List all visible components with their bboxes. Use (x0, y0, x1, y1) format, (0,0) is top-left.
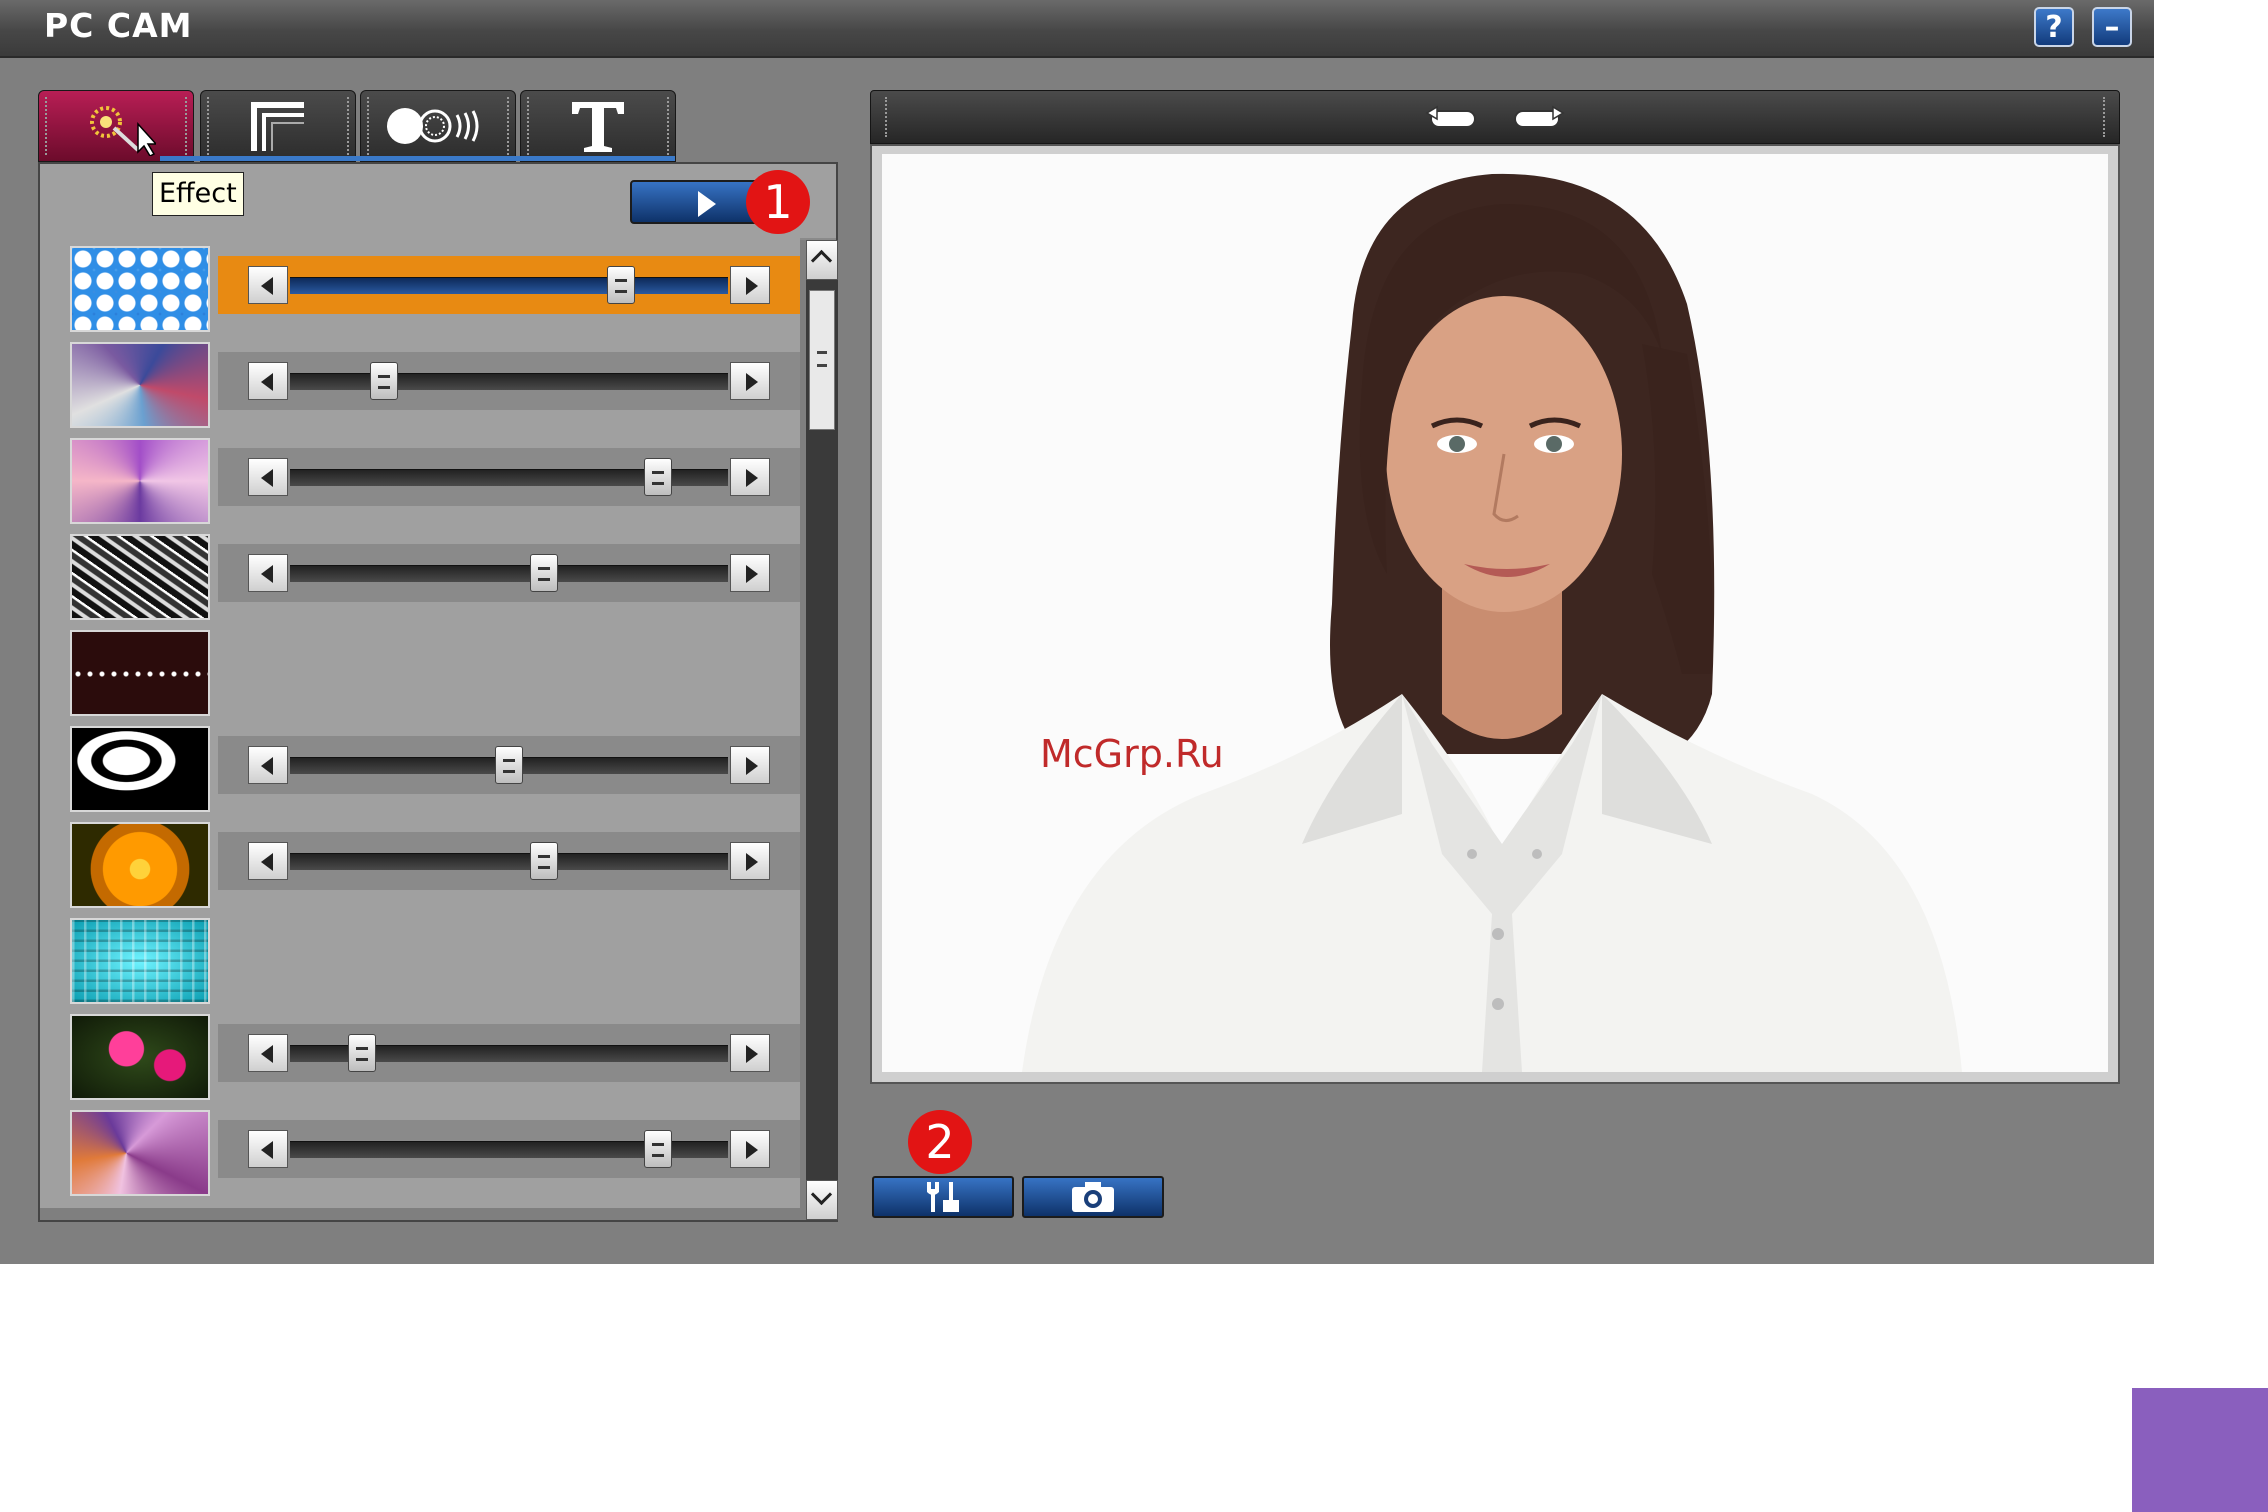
effect-thumbnail-bw-threshold-flower[interactable] (70, 726, 210, 812)
effect-thumbnail-pink-flowers[interactable] (70, 1014, 210, 1100)
effect-slider (218, 1120, 800, 1178)
slider-track[interactable] (290, 1130, 728, 1168)
pc-cam-window: PC CAM ? – Effect 1 2 (0, 0, 2154, 1264)
effect-slider (218, 352, 800, 410)
effect-row[interactable] (70, 624, 800, 720)
tab-bar (38, 90, 678, 162)
effect-row[interactable] (70, 912, 800, 1008)
slider-knob[interactable] (530, 554, 559, 592)
effect-row[interactable] (70, 816, 800, 912)
slider-decrease-button[interactable] (248, 1130, 288, 1168)
slider-decrease-button[interactable] (248, 1034, 288, 1072)
slider-track[interactable] (290, 842, 728, 880)
slider-increase-button[interactable] (730, 842, 770, 880)
slider-knob[interactable] (643, 1130, 672, 1168)
camera-icon (1072, 1182, 1114, 1212)
slider-track[interactable] (290, 1034, 728, 1072)
slider-increase-button[interactable] (730, 554, 770, 592)
effect-row[interactable] (70, 432, 800, 528)
effect-row[interactable] (70, 1104, 800, 1200)
title-bar: PC CAM ? – (0, 0, 2154, 58)
effects-scrollbar[interactable] (806, 240, 838, 1220)
tab-frame[interactable] (200, 90, 356, 162)
slider-track[interactable] (290, 266, 728, 304)
slider-decrease-button[interactable] (248, 362, 288, 400)
motion-dots-icon (387, 108, 479, 144)
slider-knob[interactable] (643, 458, 672, 496)
window-title: PC CAM (44, 6, 193, 45)
effect-slider (218, 736, 800, 794)
scroll-up-button[interactable] (806, 240, 838, 280)
tooltip: Effect (152, 172, 244, 216)
slider-knob[interactable] (495, 746, 523, 784)
effect-row[interactable] (70, 240, 800, 336)
tab-underline (160, 156, 675, 161)
callout-badge-2: 2 (908, 1110, 972, 1174)
slider-track[interactable] (290, 362, 728, 400)
scroll-down-button[interactable] (806, 1180, 838, 1220)
callout-badge-1: 1 (746, 170, 810, 234)
minimize-button[interactable]: – (2092, 7, 2132, 47)
effect-thumbnail-film-strip[interactable] (70, 630, 210, 716)
help-button[interactable]: ? (2034, 7, 2074, 47)
frame-corner-icon (251, 102, 304, 151)
slider-increase-button[interactable] (730, 1130, 770, 1168)
effect-row[interactable] (70, 720, 800, 816)
camera-preview (870, 144, 2120, 1084)
effect-thumbnail-blue-bubble-pattern[interactable] (70, 246, 210, 332)
effect-thumbnail-orange-flower[interactable] (70, 822, 210, 908)
effect-slider (218, 1024, 800, 1082)
rotate-left-icon[interactable] (1423, 105, 1479, 131)
watermark-text: McGrp.Ru (1040, 732, 1224, 776)
tab-effect[interactable] (38, 90, 194, 162)
slider-increase-button[interactable] (730, 746, 770, 784)
slider-knob[interactable] (530, 842, 559, 880)
effect-slider (218, 832, 800, 890)
tools-icon (927, 1182, 959, 1212)
effect-thumbnail-purple-swirl[interactable] (70, 438, 210, 524)
effect-row[interactable] (70, 336, 800, 432)
sparkle-wand-icon (90, 106, 156, 156)
effect-slider (218, 544, 800, 602)
effect-slider (218, 448, 800, 506)
slider-increase-button[interactable] (730, 1034, 770, 1072)
slider-increase-button[interactable] (730, 266, 770, 304)
slider-knob[interactable] (370, 362, 399, 400)
effect-slider (218, 256, 800, 314)
slider-decrease-button[interactable] (248, 458, 288, 496)
settings-button[interactable] (872, 1176, 1014, 1218)
slider-increase-button[interactable] (730, 362, 770, 400)
effects-list (40, 238, 800, 1208)
slider-decrease-button[interactable] (248, 842, 288, 880)
slider-decrease-button[interactable] (248, 554, 288, 592)
effect-thumbnail-mosaic-tiles[interactable] (70, 342, 210, 428)
play-icon (698, 191, 716, 217)
slider-decrease-button[interactable] (248, 266, 288, 304)
snapshot-button[interactable] (1022, 1176, 1164, 1218)
slider-knob[interactable] (606, 266, 635, 304)
rotate-right-icon[interactable] (1511, 105, 1567, 131)
effect-row[interactable] (70, 1008, 800, 1104)
tab-text[interactable] (520, 90, 676, 162)
effect-thumbnail-cyan-grid[interactable] (70, 918, 210, 1004)
tab-animation[interactable] (360, 90, 516, 162)
effect-row[interactable] (70, 528, 800, 624)
preview-frame (882, 154, 2108, 1072)
preview-header (870, 90, 2120, 144)
page-corner-tab (2132, 1388, 2268, 1512)
slider-increase-button[interactable] (730, 458, 770, 496)
slider-decrease-button[interactable] (248, 746, 288, 784)
scroll-thumb[interactable] (809, 290, 835, 430)
effect-thumbnail-black-white-noise[interactable] (70, 534, 210, 620)
text-t-icon (572, 102, 624, 152)
slider-track[interactable] (290, 554, 728, 592)
woman-portrait-image (1022, 173, 1962, 1072)
slider-track[interactable] (290, 746, 728, 784)
effect-thumbnail-purple-cells[interactable] (70, 1110, 210, 1196)
slider-knob[interactable] (348, 1034, 377, 1072)
slider-track[interactable] (290, 458, 728, 496)
